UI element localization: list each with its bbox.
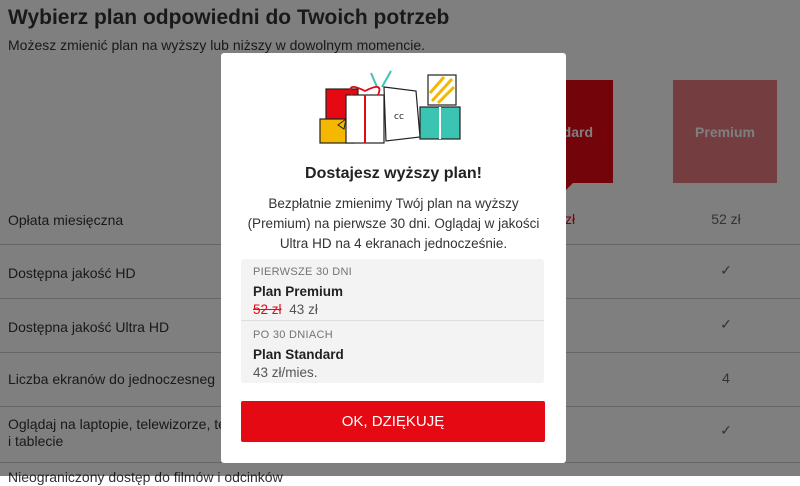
gift-boxes-icon: cc: [319, 70, 461, 144]
divider: [241, 320, 544, 321]
first-period-price: 52 zł 43 zł: [253, 302, 538, 317]
first-period-label: PIERWSZE 30 DNI: [253, 266, 353, 278]
after-period-price: 43 zł/mies.: [253, 365, 318, 380]
after-period-label: PO 30 DNIACH: [253, 329, 334, 341]
first-period-plan-name: Plan Premium: [253, 284, 344, 299]
modal-description: Bezpłatnie zmienimy Twój plan na wyższy …: [247, 196, 540, 251]
new-price: 43 zł: [289, 302, 318, 317]
after-period-section: PO 30 DNIACH Plan Standard 43 zł/mies.: [253, 329, 538, 380]
after-period-plan-name: Plan Standard: [253, 347, 344, 362]
plan-summary-box: PIERWSZE 30 DNI Plan Premium 52 zł 43 zł…: [241, 259, 544, 383]
ok-thanks-button[interactable]: OK, DZIĘKUJĘ: [241, 401, 545, 442]
first-period-section: PIERWSZE 30 DNI Plan Premium 52 zł 43 zł: [253, 266, 538, 317]
upgrade-modal: cc Dostajesz wyższy plan! Bezpłatnie zmi…: [221, 53, 566, 463]
svg-text:cc: cc: [394, 112, 404, 122]
old-price: 52 zł: [253, 302, 282, 317]
modal-title: Dostajesz wyższy plan!: [305, 165, 482, 182]
